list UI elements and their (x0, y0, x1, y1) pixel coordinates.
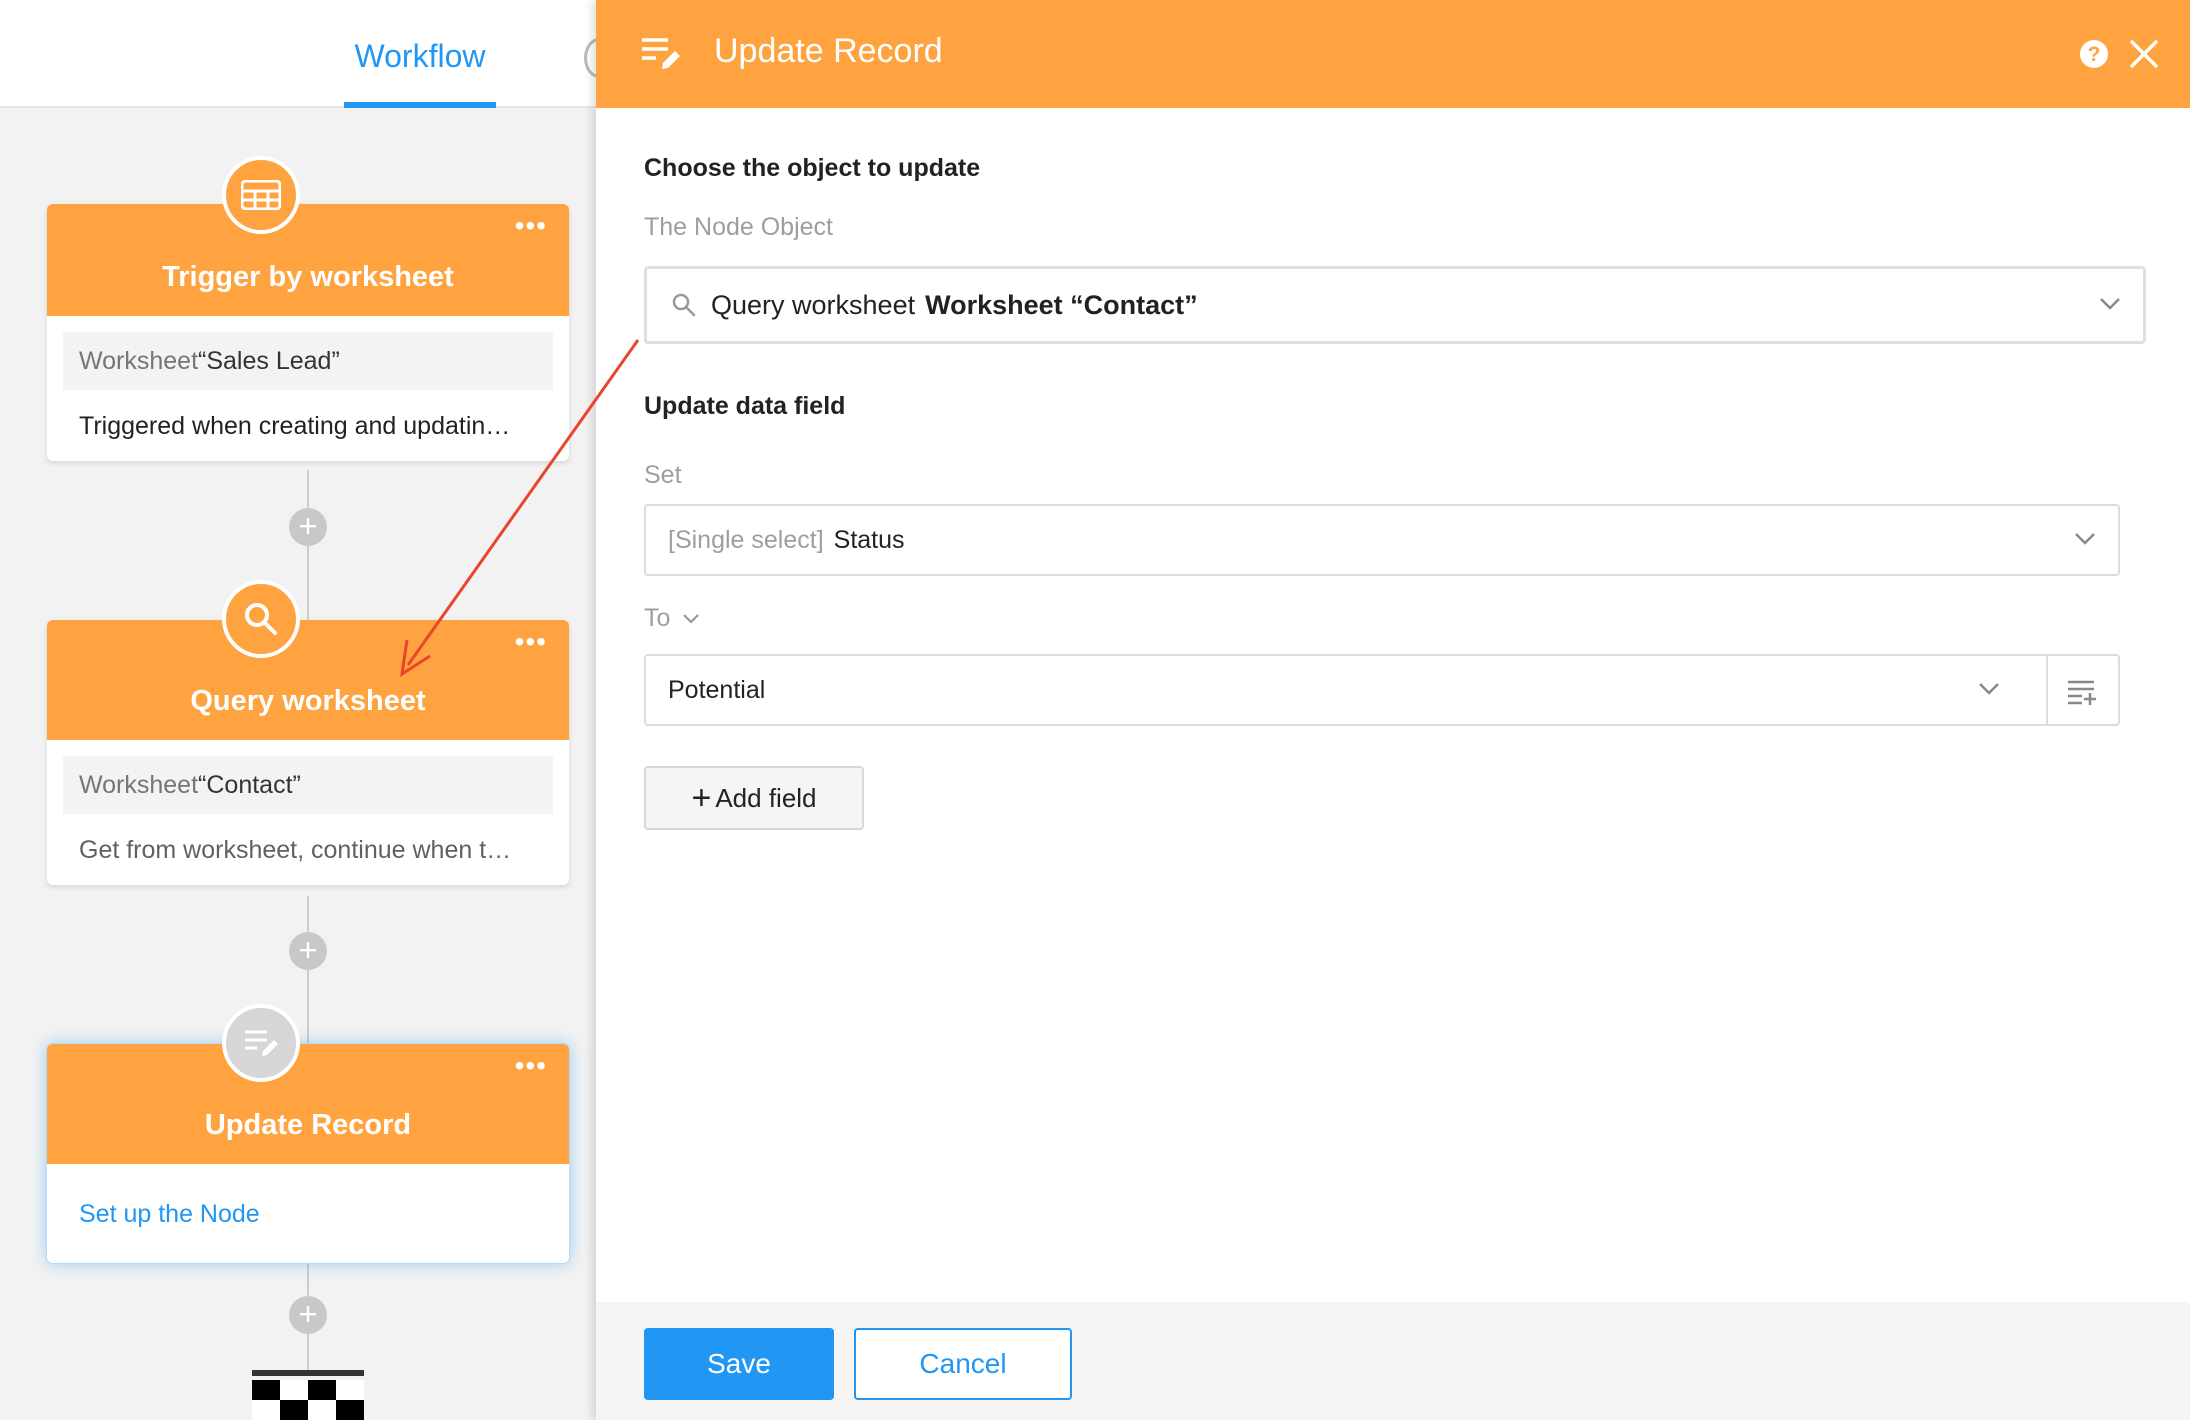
add-node-button[interactable]: + (289, 932, 327, 970)
insert-dynamic-value-icon[interactable] (2066, 678, 2098, 706)
node-header: ••• Trigger by worksheet (47, 204, 569, 316)
worksheet-name: “Contact” (198, 771, 301, 799)
node-header: ••• Query worksheet (47, 620, 569, 740)
object-select-value: Worksheet “Contact” (925, 289, 1198, 320)
workflow-header: Workflow (0, 0, 614, 108)
search-icon (222, 580, 300, 658)
active-tab-underline (344, 102, 496, 108)
to-value: Potential (668, 675, 766, 704)
add-node-button[interactable]: + (289, 1296, 327, 1334)
tab-workflow[interactable]: Workflow (344, 0, 496, 108)
to-value-select[interactable]: Potential (644, 654, 2120, 726)
field-type: [Single select] (668, 525, 824, 554)
worksheet-box: Worksheet“Contact” (63, 756, 553, 814)
search-icon (672, 293, 696, 317)
close-icon[interactable] (2126, 36, 2162, 72)
more-options-icon[interactable]: ••• (515, 626, 547, 658)
tab-workflow-label: Workflow (354, 38, 486, 74)
object-select-prefix: Query worksheet (711, 289, 916, 320)
worksheet-prefix: Worksheet (79, 347, 199, 375)
update-record-node[interactable]: ••• Update Record Set up the Node (47, 1044, 569, 1263)
worksheet-prefix: Worksheet (79, 771, 199, 799)
set-label: Set (644, 461, 682, 489)
node-object-label: The Node Object (644, 213, 833, 241)
panel-footer: Save Cancel (596, 1302, 2190, 1420)
plus-icon: + (691, 779, 712, 817)
query-node[interactable]: ••• Query worksheet Worksheet“Contact” G… (47, 620, 569, 885)
section-title-update: Update data field (644, 392, 846, 420)
add-node-button[interactable]: + (289, 508, 327, 546)
cancel-button[interactable]: Cancel (854, 1328, 1072, 1400)
more-options-icon[interactable]: ••• (515, 1050, 547, 1082)
worksheet-name: “Sales Lead” (198, 347, 340, 375)
edit-record-icon (642, 38, 680, 69)
to-mode-toggle[interactable]: To (644, 604, 700, 633)
end-flag-icon (252, 1370, 364, 1420)
add-field-label: Add field (715, 782, 817, 813)
node-title: Update Record (204, 1109, 412, 1141)
more-options-icon[interactable]: ••• (515, 210, 547, 242)
node-description: Triggered when creating and updatin… (79, 412, 511, 440)
chevron-down-icon (2075, 533, 2095, 545)
section-title-object: Choose the object to update (644, 154, 981, 182)
divider (2046, 656, 2048, 724)
worksheet-box: Worksheet“Sales Lead” (63, 332, 553, 390)
help-icon[interactable]: ? (2080, 40, 2108, 68)
save-button[interactable]: Save (644, 1328, 834, 1400)
panel-title: Update Record (714, 32, 943, 70)
node-header: ••• Update Record (47, 1044, 569, 1164)
set-field-select[interactable]: [Single select] Status (644, 504, 2120, 576)
chevron-down-icon (1979, 683, 1999, 695)
chevron-down-icon (2100, 298, 2120, 310)
node-title: Trigger by worksheet (162, 261, 454, 293)
update-record-panel: Update Record ? Choose the object to upd… (596, 0, 2190, 1420)
node-title: Query worksheet (190, 685, 426, 717)
setup-node-link[interactable]: Set up the Node (47, 1164, 569, 1263)
add-field-button[interactable]: + Add field (644, 766, 864, 830)
trigger-node[interactable]: ••• Trigger by worksheet Worksheet“Sales… (47, 204, 569, 461)
chevron-down-icon (683, 613, 700, 624)
to-label: To (644, 604, 671, 632)
node-object-select[interactable]: Query worksheet Worksheet “Contact” (644, 266, 2146, 344)
connector-line (307, 896, 309, 1046)
edit-record-icon (222, 1004, 300, 1082)
panel-header: Update Record ? (596, 0, 2190, 108)
node-description: Get from worksheet, continue when t… (79, 836, 512, 864)
field-name: Status (833, 525, 905, 554)
worksheet-grid-icon (222, 156, 300, 234)
